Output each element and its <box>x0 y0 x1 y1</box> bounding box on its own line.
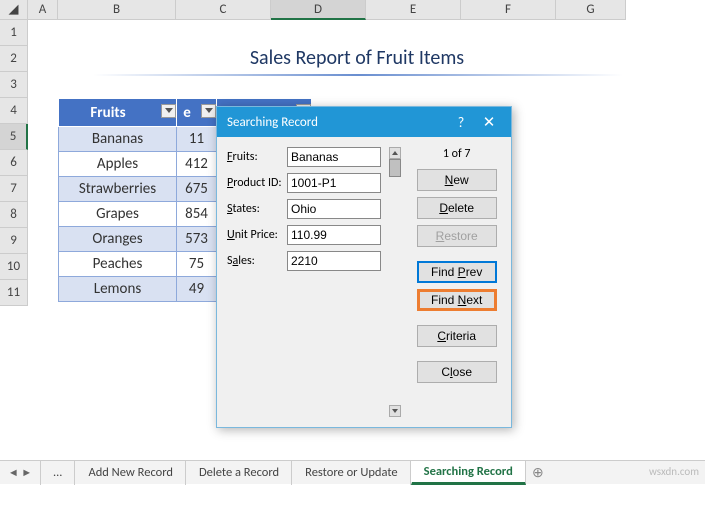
sheet-tab-bar: ◄ ► ... Add New Record Delete a Record R… <box>0 460 705 484</box>
row-header-1[interactable]: 1 <box>0 20 28 46</box>
watermark: wsxdn.com <box>649 465 699 478</box>
header-fruits-label: Fruits <box>90 104 125 122</box>
new-button[interactable]: NeNeww <box>417 169 497 191</box>
row-header-8[interactable]: 8 <box>0 202 28 228</box>
row-header-3[interactable]: 3 <box>0 72 28 98</box>
restore-button: Restore <box>417 225 497 247</box>
report-title: Sales Report of Fruit Items <box>58 46 656 70</box>
tab-add-new-record[interactable]: Add New Record <box>75 461 186 485</box>
col-header-F[interactable]: F <box>461 0 556 20</box>
row-header-2[interactable]: 2 <box>0 46 28 72</box>
tab-searching-record[interactable]: Searching Record <box>411 461 526 485</box>
tab-nav-buttons[interactable]: ◄ ► <box>0 466 40 479</box>
cell-price: 11 <box>177 127 217 152</box>
close-form-button[interactable]: Close <box>417 361 497 383</box>
help-button[interactable]: ? <box>447 114 475 131</box>
scroll-thumb[interactable] <box>389 159 401 177</box>
scroll-up-button[interactable] <box>389 147 401 159</box>
cell-fruit: Bananas <box>59 127 177 152</box>
input-states[interactable] <box>287 199 381 219</box>
delete-button[interactable]: Delete <box>417 197 497 219</box>
label-fruits: Fruits: <box>227 150 287 164</box>
select-all-cell[interactable]: ◢ <box>0 0 28 20</box>
row-header-11[interactable]: 11 <box>0 280 28 306</box>
dialog-body: Fruits: Product ID: States: Unit Price: … <box>217 137 511 399</box>
label-unit-price: Unit Price: <box>227 228 287 242</box>
cell-fruit: Lemons <box>59 277 177 302</box>
cell-fruit: Oranges <box>59 227 177 252</box>
tab-ellipsis[interactable]: ... <box>40 461 75 485</box>
filter-dropdown-icon[interactable] <box>201 104 216 118</box>
row-header-7[interactable]: 7 <box>0 176 28 202</box>
record-scrollbar[interactable] <box>387 147 403 389</box>
col-header-B[interactable]: B <box>58 0 176 20</box>
filter-dropdown-icon[interactable] <box>161 104 176 118</box>
label-sales: Sales: <box>227 254 287 268</box>
row-header-6[interactable]: 6 <box>0 150 28 176</box>
cell-price: 854 <box>177 202 217 227</box>
input-unit-price[interactable] <box>287 225 381 245</box>
label-product-id: Product ID: <box>227 176 287 190</box>
cell-price: 573 <box>177 227 217 252</box>
input-product-id[interactable] <box>287 173 381 193</box>
input-fruits[interactable] <box>287 147 381 167</box>
label-states: States: <box>227 202 287 216</box>
searching-record-dialog: Searching Record ? ✕ Fruits: Product ID:… <box>216 106 512 428</box>
criteria-button[interactable]: Criteria <box>417 325 497 347</box>
header-fruits[interactable]: Fruits <box>59 99 177 127</box>
cell-fruit: Apples <box>59 152 177 177</box>
form-fields: Fruits: Product ID: States: Unit Price: … <box>227 147 387 389</box>
find-next-button[interactable]: Find Next <box>417 289 497 311</box>
column-headers: ◢ A B C D E F G <box>0 0 626 20</box>
cell-fruit: Strawberries <box>59 177 177 202</box>
title-underline <box>93 74 623 76</box>
dialog-buttons: 1 of 7 NeNeww Delete Restore Find Prev F… <box>402 147 501 389</box>
record-counter: 1 of 7 <box>412 147 501 169</box>
cell-price: 75 <box>177 252 217 277</box>
cell-fruit: Peaches <box>59 252 177 277</box>
col-header-C[interactable]: C <box>176 0 271 20</box>
header-price[interactable]: e <box>177 99 217 127</box>
scroll-down-button[interactable] <box>389 405 401 417</box>
cell-price: 49 <box>177 277 217 302</box>
dialog-title: Searching Record <box>227 115 447 130</box>
col-header-D[interactable]: D <box>271 0 366 20</box>
input-sales[interactable] <box>287 251 381 271</box>
cell-price: 412 <box>177 152 217 177</box>
row-headers: 1 2 3 4 5 6 7 8 9 10 11 <box>0 20 28 306</box>
row-header-10[interactable]: 10 <box>0 254 28 280</box>
close-button[interactable]: ✕ <box>475 113 503 132</box>
find-prev-button[interactable]: Find Prev <box>417 261 497 283</box>
header-price-label: e <box>183 104 191 122</box>
cell-price: 675 <box>177 177 217 202</box>
row-header-4[interactable]: 4 <box>0 98 28 124</box>
dialog-titlebar[interactable]: Searching Record ? ✕ <box>217 107 511 137</box>
cell-fruit: Grapes <box>59 202 177 227</box>
row-header-9[interactable]: 9 <box>0 228 28 254</box>
col-header-E[interactable]: E <box>366 0 461 20</box>
tab-delete-a-record[interactable]: Delete a Record <box>186 461 292 485</box>
tab-restore-or-update[interactable]: Restore or Update <box>292 461 411 485</box>
row-header-5[interactable]: 5 <box>0 124 28 150</box>
col-header-A[interactable]: A <box>28 0 58 20</box>
add-sheet-button[interactable]: ⊕ <box>526 464 550 481</box>
col-header-G[interactable]: G <box>556 0 626 20</box>
